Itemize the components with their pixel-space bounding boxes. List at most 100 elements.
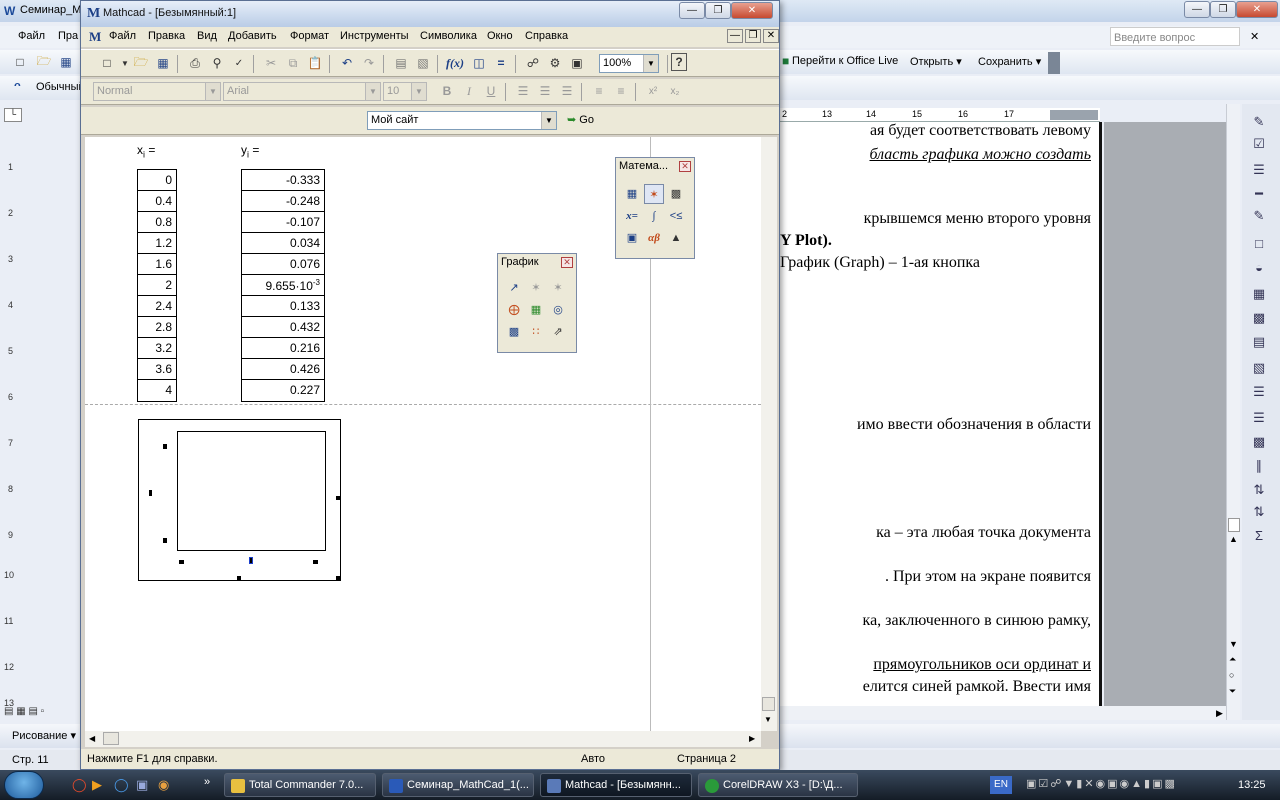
menu-insert[interactable]: Добавить [228, 30, 277, 42]
calculator-icon[interactable]: ▦ [622, 184, 642, 204]
calculus-icon[interactable]: ∫ [644, 206, 664, 226]
language-indicator[interactable]: EN [990, 776, 1012, 794]
worksheet[interactable]: xi = yi = 0 0.4 0.8 1.2 1.6 2 2.4 2.8 3.… [85, 137, 761, 731]
office-live-link[interactable]: Перейти к Office Live [792, 55, 898, 67]
surface-plot-icon[interactable]: ▦ [526, 300, 546, 320]
menu-file[interactable]: Файл [109, 30, 136, 42]
copy-icon[interactable]: ⧉ [283, 53, 303, 73]
mathcad-minimize-button[interactable]: — [679, 2, 705, 19]
bar-plot-icon[interactable]: ▩ [504, 322, 524, 342]
align-left-icon[interactable]: ☰ [513, 81, 533, 101]
fill-icon[interactable]: ◒ [1248, 260, 1270, 278]
save-icon[interactable]: ▦ [153, 53, 173, 73]
insert-component-icon[interactable]: ⚙ [545, 53, 565, 73]
resize-handle-bottom[interactable] [237, 576, 241, 580]
evaluation-icon[interactable]: x= [622, 206, 642, 226]
resource-center-icon[interactable]: ▣ [567, 53, 587, 73]
undo-icon[interactable]: ↶ [337, 53, 357, 73]
quicklaunch-ie-icon[interactable]: ◯ [114, 777, 129, 793]
doc-close-button[interactable]: ✕ [763, 29, 779, 43]
programming-icon[interactable]: ▣ [622, 228, 642, 248]
pen-color-icon[interactable]: ✎ [1248, 208, 1270, 226]
plot-area[interactable] [177, 431, 326, 551]
polar-plot-icon[interactable]: ✶ [526, 278, 546, 298]
align-right-icon[interactable]: ☰ [557, 81, 577, 101]
bullets-icon[interactable]: ≡ [589, 81, 609, 101]
new-document-icon[interactable]: □ [10, 52, 30, 72]
menu-window[interactable]: Окно [487, 30, 513, 42]
start-button[interactable] [4, 771, 44, 799]
cut-icon[interactable]: ✂ [261, 53, 281, 73]
quicklaunch-player-icon[interactable]: ▶ [92, 777, 102, 793]
rows-icon[interactable]: ▤ [1248, 334, 1270, 352]
table-icon[interactable]: ▦ [1248, 286, 1270, 304]
drawing-menu[interactable]: Рисование ▾ [12, 729, 76, 742]
scroll-down-icon[interactable]: ▼ [1229, 639, 1238, 649]
open-folder-icon[interactable]: 🗁 [34, 52, 54, 72]
superscript-icon[interactable]: x² [643, 81, 663, 101]
resize-handle-right[interactable] [336, 496, 340, 500]
new-icon[interactable]: □ [97, 53, 117, 73]
word-close-button[interactable]: ✕ [1236, 1, 1278, 18]
go-button[interactable]: ➥ Go [567, 113, 594, 126]
word-save-button[interactable]: Сохранить ▾ [978, 55, 1041, 68]
italic-icon[interactable]: I [459, 81, 479, 101]
open-icon[interactable]: 🗁 [131, 53, 151, 73]
numbering-icon[interactable]: ≡ [611, 81, 631, 101]
scroll-down-icon[interactable]: ▼ [764, 715, 772, 724]
word-maximize-button[interactable]: ❐ [1210, 1, 1236, 18]
scroll-right-icon[interactable]: ▶ [749, 734, 755, 743]
menu-format[interactable]: Формат [290, 30, 329, 42]
align-icon[interactable]: ☰ [1248, 384, 1270, 402]
word-document-page[interactable]: ая будет соответствовать левому бласть г… [780, 122, 1102, 706]
zoom-combo[interactable]: 100% ▼ [599, 54, 659, 73]
y-max-placeholder[interactable] [163, 444, 167, 449]
calculate-icon[interactable]: = [491, 53, 511, 73]
next-page-icon[interactable]: ⏷ [1229, 686, 1236, 697]
quicklaunch-opera-icon[interactable]: ◯ [72, 777, 87, 793]
font-combo[interactable]: Arial ▼ [223, 82, 381, 101]
underline-icon[interactable]: U [481, 81, 501, 101]
border-icon[interactable]: □ [1248, 236, 1270, 254]
x-axis-placeholder[interactable] [249, 557, 253, 564]
graph-palette-titlebar[interactable]: График ✕ [498, 254, 576, 272]
help-icon[interactable]: ? [671, 53, 687, 71]
scroll-left-icon[interactable]: ◀ [89, 734, 95, 743]
menu-tools[interactable]: Инструменты [340, 30, 409, 42]
math-palette-titlebar[interactable]: Матема... ✕ [616, 158, 694, 176]
word-menu-edit[interactable]: Пра [58, 30, 78, 42]
add-trace-icon[interactable]: ✶ [548, 278, 568, 298]
grid-icon[interactable]: ▩ [1248, 310, 1270, 328]
style-combo[interactable]: Normal ▼ [93, 82, 221, 101]
paste-icon[interactable]: 📋 [305, 53, 325, 73]
graph-palette-close-button[interactable]: ✕ [561, 257, 573, 268]
x-values-table[interactable]: 0 0.4 0.8 1.2 1.6 2 2.4 2.8 3.2 3.6 4 [137, 169, 177, 402]
scroll-thumb[interactable] [1228, 518, 1240, 532]
y-vector-label[interactable]: yi = [241, 143, 259, 159]
print-preview-icon[interactable]: ⚲ [207, 53, 227, 73]
mathcad-close-button[interactable]: ✕ [731, 2, 773, 19]
word-vertical-scrollbar[interactable]: ▲ ▼ ⏶ ○ ⏷ [1226, 104, 1240, 720]
font-size-combo[interactable]: 10 ▼ [383, 82, 427, 101]
menu-view[interactable]: Вид [197, 30, 217, 42]
subscript-icon[interactable]: x₂ [665, 81, 685, 101]
sum-icon[interactable]: Σ [1248, 528, 1270, 546]
worksheet-vertical-scrollbar[interactable]: ▼ [761, 137, 777, 731]
resize-handle-corner[interactable] [336, 576, 340, 580]
boolean-icon[interactable]: <≤ [666, 206, 686, 226]
insert-table-icon[interactable]: ▧ [1248, 360, 1270, 378]
sort-desc-icon[interactable]: ⇅ [1248, 504, 1270, 522]
y-axis-placeholder[interactable] [149, 490, 152, 496]
greek-icon[interactable]: αβ [644, 228, 664, 248]
document-icon[interactable]: M [89, 29, 101, 45]
word-open-button[interactable]: Открыть ▾ [910, 55, 962, 68]
clock[interactable]: 13:25 [1238, 779, 1266, 791]
menu-edit[interactable]: Правка [148, 30, 185, 42]
symbolic-icon[interactable]: ▲ [666, 228, 686, 248]
x-max-placeholder[interactable] [313, 560, 318, 564]
lines-icon[interactable]: ☰ [1248, 162, 1270, 180]
toolbar-overflow[interactable] [1048, 52, 1060, 74]
word-help-search[interactable]: Введите вопрос [1110, 27, 1240, 46]
word-minimize-button[interactable]: — [1184, 1, 1210, 18]
quicklaunch-firefox-icon[interactable]: ◉ [158, 777, 169, 793]
